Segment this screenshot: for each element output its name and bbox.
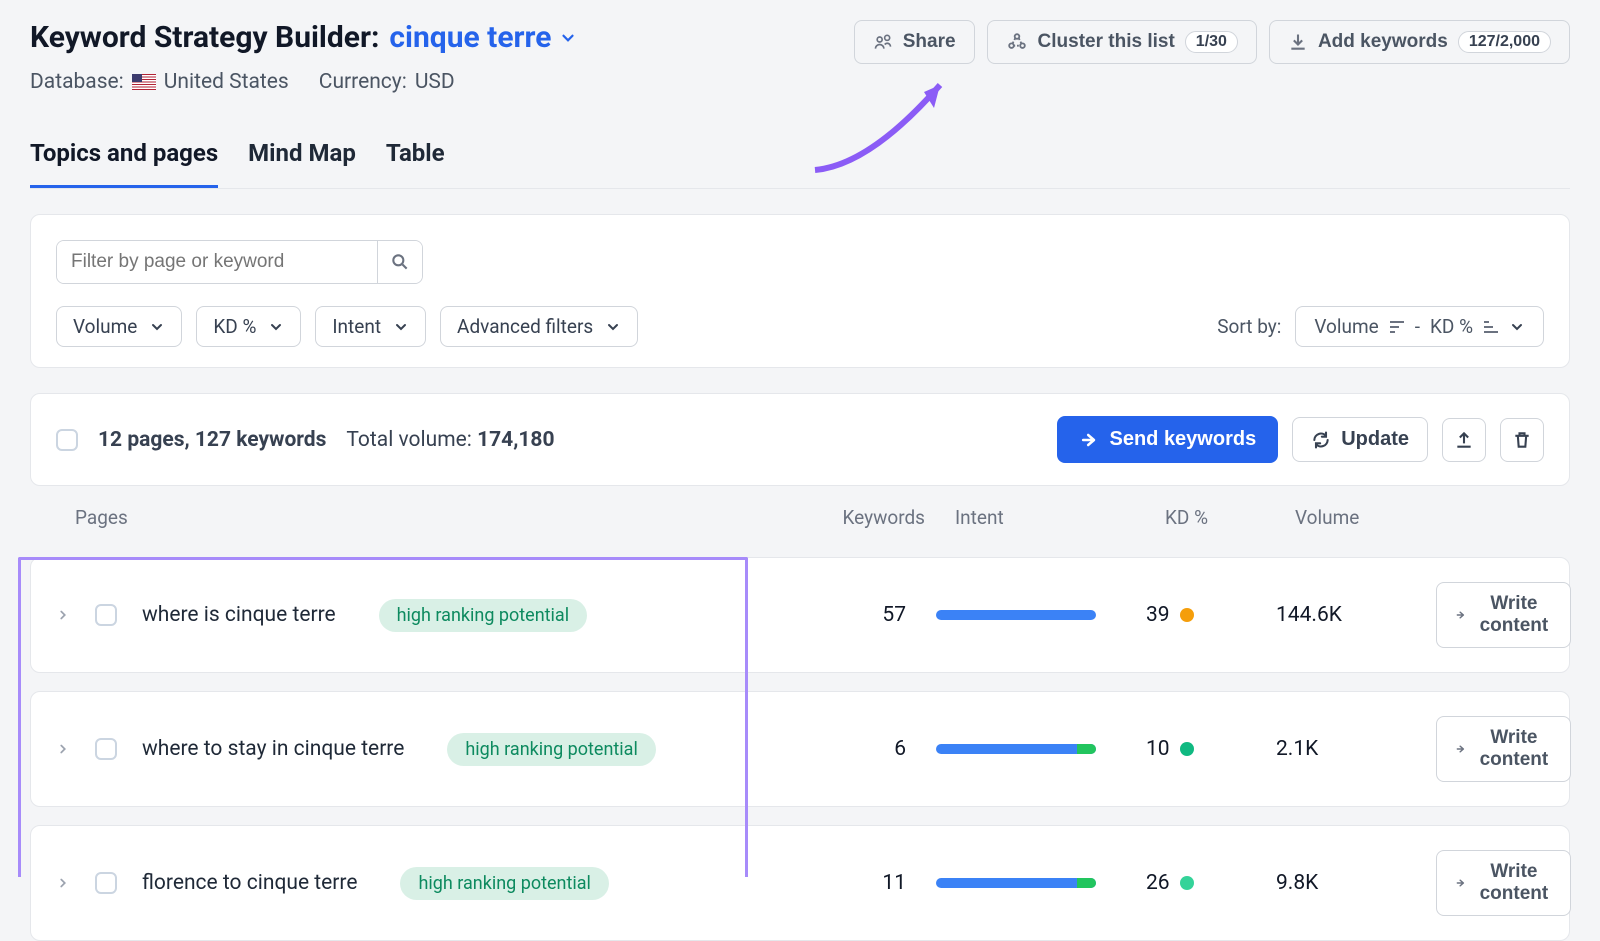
write-content-button[interactable]: Write content — [1436, 582, 1571, 648]
refresh-icon — [1311, 430, 1331, 450]
arrow-icon — [1455, 874, 1466, 892]
kd-filter[interactable]: KD % — [196, 306, 301, 347]
sort-dropdown[interactable]: Volume - KD % — [1295, 306, 1544, 347]
intent-cell — [936, 610, 1136, 620]
intent-cell — [936, 744, 1136, 754]
write-content-button[interactable]: Write content — [1436, 850, 1571, 916]
add-keywords-count-pill: 127/2,000 — [1458, 31, 1551, 53]
total-volume-value: 174,180 — [477, 428, 554, 452]
page-title: Keyword Strategy Builder: — [30, 20, 379, 55]
ranking-potential-badge: high ranking potential — [400, 867, 608, 900]
sortby-label: Sort by: — [1217, 315, 1281, 338]
expand-row-chevron[interactable] — [56, 742, 70, 756]
expand-row-chevron[interactable] — [56, 876, 70, 890]
kd-cell: 10 — [1136, 737, 1276, 761]
database-label: Database: — [30, 70, 124, 94]
keywords-count: 11 — [776, 871, 936, 895]
write-content-button[interactable]: Write content — [1436, 716, 1571, 782]
chevron-down-icon — [1509, 319, 1525, 335]
column-keywords[interactable]: Keywords — [795, 506, 955, 529]
filter-searchbox[interactable] — [56, 240, 423, 284]
currency-value: USD — [415, 70, 455, 94]
column-kd[interactable]: KD % — [1155, 506, 1295, 529]
sort-asc-icon — [1483, 320, 1499, 334]
intent-bar — [936, 744, 1096, 754]
row-checkbox[interactable] — [95, 872, 117, 894]
kd-cell: 26 — [1136, 871, 1276, 895]
search-button[interactable] — [377, 241, 422, 283]
tab-table[interactable]: Table — [386, 129, 445, 188]
trash-icon — [1512, 430, 1532, 450]
page-title-text[interactable]: florence to cinque terre — [142, 871, 357, 895]
volume-cell: 9.8K — [1276, 871, 1436, 895]
arrow-icon — [1455, 740, 1466, 758]
keywords-count: 6 — [776, 737, 936, 761]
share-button[interactable]: Share — [854, 20, 975, 64]
cluster-count-pill: 1/30 — [1185, 31, 1238, 53]
chevron-down-icon — [268, 319, 284, 335]
column-pages: Pages — [75, 506, 795, 529]
download-icon — [1288, 32, 1308, 52]
volume-cell: 2.1K — [1276, 737, 1436, 761]
table-row: where to stay in cinque terre high ranki… — [30, 691, 1570, 807]
tab-topics-pages[interactable]: Topics and pages — [30, 129, 218, 188]
ranking-potential-badge: high ranking potential — [447, 733, 655, 766]
intent-bar — [936, 878, 1096, 888]
page-title-text[interactable]: where is cinque terre — [142, 603, 336, 627]
pages-keywords-count: 12 pages, 127 keywords — [98, 428, 326, 452]
column-intent[interactable]: Intent — [955, 506, 1155, 529]
chevron-down-icon — [393, 319, 409, 335]
send-keywords-button[interactable]: Send keywords — [1057, 416, 1278, 463]
upload-icon — [1454, 430, 1474, 450]
chevron-down-icon — [605, 319, 621, 335]
total-volume-label: Total volume: — [346, 428, 471, 452]
table-row: where is cinque terre high ranking poten… — [30, 557, 1570, 673]
kd-indicator-dot — [1180, 742, 1194, 756]
cluster-list-button[interactable]: Cluster this list 1/30 — [987, 20, 1257, 64]
page-title-text[interactable]: where to stay in cinque terre — [142, 737, 404, 761]
tab-mind-map[interactable]: Mind Map — [248, 129, 356, 188]
arrow-icon — [1455, 606, 1466, 624]
volume-filter[interactable]: Volume — [56, 306, 182, 347]
cluster-icon — [1006, 31, 1028, 53]
table-row: florence to cinque terre high ranking po… — [30, 825, 1570, 941]
send-icon — [1079, 430, 1099, 450]
column-volume[interactable]: Volume — [1295, 506, 1455, 529]
ranking-potential-badge: high ranking potential — [379, 599, 587, 632]
kd-indicator-dot — [1180, 876, 1194, 890]
sort-desc-icon — [1389, 320, 1405, 334]
intent-filter[interactable]: Intent — [315, 306, 426, 347]
delete-button[interactable] — [1500, 418, 1544, 462]
project-name-dropdown[interactable]: cinque terre — [389, 20, 577, 55]
kd-cell: 39 — [1136, 603, 1276, 627]
chevron-down-icon — [149, 319, 165, 335]
volume-cell: 144.6K — [1276, 603, 1436, 627]
chevron-down-icon — [559, 29, 577, 47]
advanced-filters[interactable]: Advanced filters — [440, 306, 638, 347]
row-checkbox[interactable] — [95, 738, 117, 760]
kd-indicator-dot — [1180, 608, 1194, 622]
add-keywords-button[interactable]: Add keywords 127/2,000 — [1269, 20, 1570, 64]
us-flag-icon — [132, 74, 156, 90]
update-button[interactable]: Update — [1292, 417, 1428, 462]
database-value: United States — [164, 70, 289, 94]
expand-row-chevron[interactable] — [56, 608, 70, 622]
filter-input[interactable] — [57, 241, 377, 283]
share-icon — [873, 32, 893, 52]
select-all-checkbox[interactable] — [56, 429, 78, 451]
intent-bar — [936, 610, 1096, 620]
keywords-count: 57 — [776, 603, 936, 627]
row-checkbox[interactable] — [95, 604, 117, 626]
currency-label: Currency: — [319, 70, 407, 94]
search-icon — [390, 252, 410, 272]
export-button[interactable] — [1442, 418, 1486, 462]
intent-cell — [936, 878, 1136, 888]
